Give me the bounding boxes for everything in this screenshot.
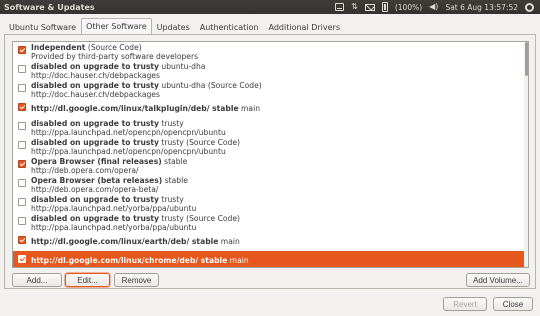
revert-button[interactable]: Revert xyxy=(443,297,487,311)
tab-authentication[interactable]: Authentication xyxy=(195,20,264,34)
source-row[interactable]: http://dl.google.com/linux/earth/deb/ st… xyxy=(13,232,528,251)
source-row[interactable]: disabled on upgrade to trusty ubuntu-dha… xyxy=(13,80,528,99)
tab-ubuntu-software[interactable]: Ubuntu Software xyxy=(4,20,81,34)
remove-button[interactable]: Remove xyxy=(114,273,159,287)
source-enabled-checkbox[interactable] xyxy=(18,179,26,187)
source-title-suffix: main xyxy=(218,237,240,246)
source-title-bold: Opera Browser (final releases) xyxy=(31,157,162,166)
source-title-bold: http://dl.google.com/linux/talkplugin/de… xyxy=(31,104,239,113)
source-url: http://deb.opera.com/opera/ xyxy=(31,166,139,175)
source-enabled-checkbox[interactable] xyxy=(18,141,26,149)
source-title: http://dl.google.com/linux/chrome/deb/ s… xyxy=(31,256,249,265)
source-enabled-checkbox[interactable] xyxy=(18,65,26,73)
edit-button[interactable]: Edit... xyxy=(65,273,110,287)
source-row[interactable]: Opera Browser (beta releases) stable http… xyxy=(13,175,528,194)
source-row[interactable]: disabled on upgrade to trusty trusty http… xyxy=(13,194,528,213)
source-enabled-checkbox[interactable] xyxy=(18,255,26,263)
add-volume-button[interactable]: Add Volume... xyxy=(466,273,530,287)
other-software-panel: http://dl.google.com/linux/chrome/deb/ s… xyxy=(4,34,536,289)
source-title: disabled on upgrade to trusty ubuntu-dha… xyxy=(31,81,262,90)
source-enabled-checkbox[interactable] xyxy=(18,122,26,130)
source-row[interactable]: disabled on upgrade to trusty trusty (So… xyxy=(13,137,528,156)
source-url: http://deb.opera.com/opera-beta/ xyxy=(31,185,159,194)
source-row[interactable]: disabled on upgrade to trusty trusty (So… xyxy=(13,213,528,232)
source-title: disabled on upgrade to trusty trusty (So… xyxy=(31,214,240,223)
source-enabled-checkbox[interactable] xyxy=(18,217,26,225)
tab-updates[interactable]: Updates xyxy=(152,20,195,34)
source-title-suffix: trusty (Source Code) xyxy=(158,138,240,147)
source-row[interactable]: http://dl.google.com/linux/chrome/deb/ s… xyxy=(13,251,528,267)
source-title: disabled on upgrade to trusty trusty xyxy=(31,195,184,204)
source-title-bold: http://dl.google.com/linux/earth/deb/ st… xyxy=(31,237,219,246)
source-title: disabled on upgrade to trusty ubuntu-dha xyxy=(31,62,205,71)
gear-icon[interactable] xyxy=(525,2,534,12)
source-title-bold: http://dl.google.com/linux/chrome/deb/ s… xyxy=(31,256,228,265)
battery-icon[interactable] xyxy=(381,2,388,12)
clock[interactable]: Sat 6 Aug 13:57:52 xyxy=(445,3,518,12)
software-source-list[interactable]: http://dl.google.com/linux/chrome/deb/ s… xyxy=(12,41,529,268)
keyboard-icon[interactable] xyxy=(335,3,345,11)
source-title-suffix: trusty xyxy=(158,195,184,204)
source-title: Independent (Source Code) xyxy=(31,43,142,52)
source-title: disabled on upgrade to trusty trusty xyxy=(31,119,184,128)
source-title: http://dl.google.com/linux/earth/deb/ st… xyxy=(31,237,240,246)
source-title: http://dl.google.com/linux/talkplugin/de… xyxy=(31,104,260,113)
source-enabled-checkbox[interactable] xyxy=(18,84,26,92)
source-title-suffix: trusty xyxy=(158,119,184,128)
source-url: http://ppa.launchpad.net/yorba/ppa/ubunt… xyxy=(31,204,197,213)
tab-bar: Ubuntu Software Other Software Updates A… xyxy=(4,18,345,34)
source-title-bold: disabled on upgrade to trusty xyxy=(31,214,159,223)
network-icon[interactable]: ⇅ xyxy=(351,3,358,11)
source-title: Opera Browser (final releases) stable xyxy=(31,157,187,166)
source-url: http://doc.hauser.ch/debpackages xyxy=(31,90,160,99)
source-title-bold: Opera Browser (beta releases) xyxy=(31,176,163,185)
source-title-suffix: ubuntu-dha (Source Code) xyxy=(158,81,262,90)
source-title-bold: disabled on upgrade to trusty xyxy=(31,62,159,71)
source-title-bold: disabled on upgrade to trusty xyxy=(31,138,159,147)
source-title-suffix: stable xyxy=(162,176,188,185)
source-title-bold: disabled on upgrade to trusty xyxy=(31,119,159,128)
source-row[interactable]: disabled on upgrade to trusty trusty http… xyxy=(13,118,528,137)
source-enabled-checkbox[interactable] xyxy=(18,103,26,111)
source-title-bold: disabled on upgrade to trusty xyxy=(31,81,159,90)
source-title-suffix: trusty (Source Code) xyxy=(158,214,240,223)
battery-percent[interactable]: (100%) xyxy=(395,3,422,12)
scrollbar-thumb[interactable] xyxy=(525,42,528,76)
source-row[interactable]: Independent (Source Code) Provided by thi… xyxy=(13,42,528,61)
source-title-bold: disabled on upgrade to trusty xyxy=(31,195,159,204)
source-url: http://ppa.launchpad.net/opencpn/opencpn… xyxy=(31,128,226,137)
source-title-bold: Independent xyxy=(31,43,86,52)
source-title-suffix: main xyxy=(238,104,261,113)
source-enabled-checkbox[interactable] xyxy=(18,198,26,206)
source-url: http://ppa.launchpad.net/yorba/ppa/ubunt… xyxy=(31,223,197,232)
source-row[interactable]: disabled on upgrade to trusty ubuntu-dha… xyxy=(13,61,528,80)
source-enabled-checkbox[interactable] xyxy=(18,160,26,168)
source-url: Provided by third-party software develop… xyxy=(31,52,199,61)
tab-additional-drivers[interactable]: Additional Drivers xyxy=(264,20,346,34)
close-button[interactable]: Close xyxy=(493,297,533,311)
window-title: Software & Updates xyxy=(4,2,95,12)
mail-icon[interactable] xyxy=(364,3,375,11)
source-title-suffix: main xyxy=(227,256,249,265)
source-url: http://doc.hauser.ch/debpackages xyxy=(31,71,160,80)
source-enabled-checkbox[interactable] xyxy=(18,46,26,54)
source-title-suffix: stable xyxy=(161,157,188,166)
tab-other-software[interactable]: Other Software xyxy=(81,18,152,34)
source-row[interactable]: http://dl.google.com/linux/talkplugin/de… xyxy=(13,99,528,118)
source-title: disabled on upgrade to trusty trusty (So… xyxy=(31,138,240,147)
window-titlebar: Software & Updates ⇅ (100%) ◀) Sat 6 Aug… xyxy=(0,0,540,14)
source-row[interactable]: Opera Browser (final releases) stable htt… xyxy=(13,156,528,175)
source-url: http://ppa.launchpad.net/opencpn/opencpn… xyxy=(31,147,226,156)
scrollbar[interactable] xyxy=(524,42,528,267)
source-title: Opera Browser (beta releases) stable xyxy=(31,176,188,185)
volume-icon[interactable]: ◀) xyxy=(429,3,438,11)
add-button[interactable]: Add... xyxy=(12,273,62,287)
indicator-area: ⇅ (100%) ◀) Sat 6 Aug 13:57:52 xyxy=(335,2,540,12)
source-title-suffix: (Source Code) xyxy=(85,43,142,52)
source-title-suffix: ubuntu-dha xyxy=(158,62,206,71)
source-enabled-checkbox[interactable] xyxy=(18,236,26,244)
